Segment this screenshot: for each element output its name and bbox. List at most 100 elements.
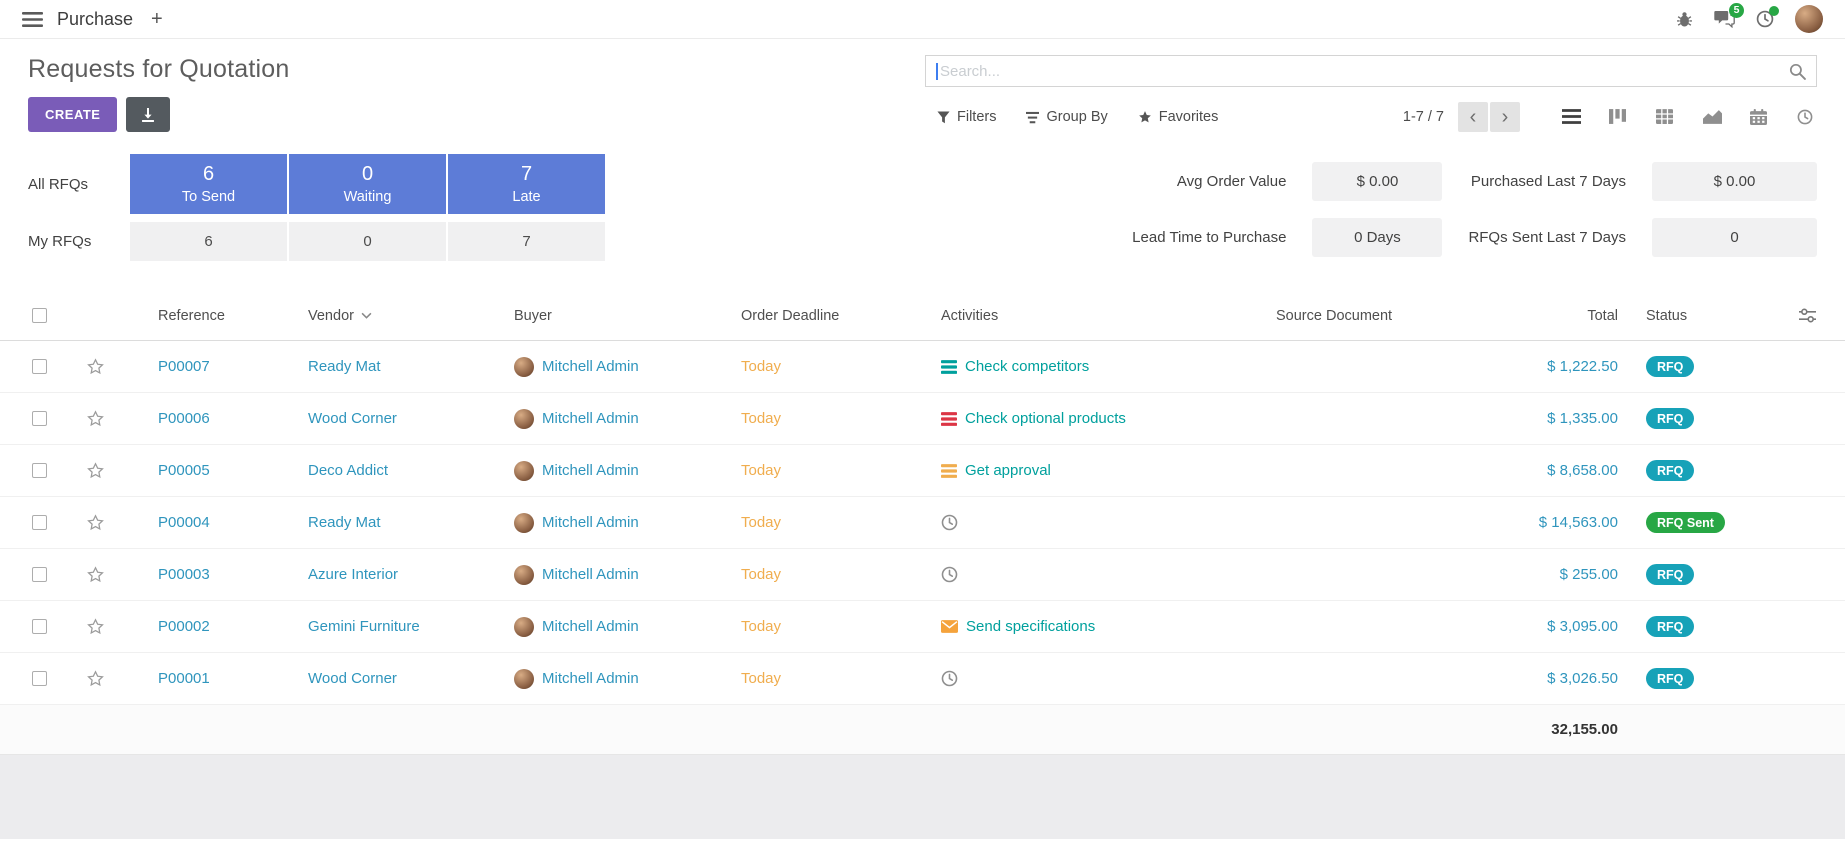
buyer-name: Mitchell Admin — [542, 462, 639, 479]
my-to-send-count[interactable]: 6 — [130, 222, 287, 261]
header-buyer-label: Buyer — [514, 308, 552, 324]
table-row[interactable]: P00006 Wood Corner Mitchell Admin Today … — [0, 393, 1845, 445]
pager-next-button[interactable]: › — [1490, 102, 1520, 132]
order-deadline-cell: Today — [729, 601, 933, 652]
status-badge: RFQ — [1646, 616, 1694, 637]
waiting-count: 0 — [289, 162, 446, 187]
user-avatar[interactable] — [1795, 5, 1823, 33]
graph-view-icon[interactable] — [1703, 109, 1723, 126]
buyer-name: Mitchell Admin — [542, 514, 639, 531]
lead-time-label: Lead Time to Purchase — [1132, 229, 1286, 246]
group-by-button[interactable]: Group By — [1026, 109, 1107, 125]
search-input[interactable] — [938, 63, 1789, 80]
activity-cell[interactable] — [933, 653, 1268, 704]
kanban-view-icon[interactable] — [1609, 109, 1629, 126]
my-late-count[interactable]: 7 — [448, 222, 605, 261]
activity-clock-icon — [941, 566, 958, 583]
my-rfqs-filter[interactable]: My RFQs — [28, 222, 130, 261]
favorite-toggle[interactable] — [70, 341, 120, 392]
activities-icon[interactable] — [1756, 10, 1774, 28]
favorite-toggle[interactable] — [70, 601, 120, 652]
activity-cell[interactable]: Check competitors — [933, 341, 1268, 392]
header-vendor-label: Vendor — [308, 308, 354, 324]
pager-range[interactable]: 1-7 / 7 — [1403, 109, 1444, 125]
table-header: Reference Vendor Buyer Order Deadline Ac… — [0, 291, 1845, 341]
table-row[interactable]: P00002 Gemini Furniture Mitchell Admin T… — [0, 601, 1845, 653]
buyer-avatar — [514, 565, 534, 585]
header-status[interactable]: Status — [1630, 291, 1770, 340]
total-cell: $ 3,095.00 — [1440, 601, 1630, 652]
list-view-icon[interactable] — [1562, 109, 1582, 126]
apps-menu-icon[interactable] — [22, 12, 43, 27]
row-checkbox[interactable] — [32, 359, 47, 374]
activity-cell[interactable]: Send specifications — [933, 601, 1268, 652]
table-row[interactable]: P00005 Deco Addict Mitchell Admin Today … — [0, 445, 1845, 497]
app-name[interactable]: Purchase — [57, 9, 133, 30]
row-checkbox[interactable] — [32, 671, 47, 686]
source-document-cell — [1268, 393, 1440, 444]
header-total[interactable]: Total — [1440, 291, 1630, 340]
rfqs-sent-last-7-days: 0 — [1652, 218, 1817, 257]
calendar-view-icon[interactable] — [1750, 109, 1770, 126]
optional-columns-toggle[interactable] — [1770, 291, 1845, 340]
activity-label: Get approval — [965, 462, 1051, 479]
row-checkbox[interactable] — [32, 515, 47, 530]
activity-label: Check competitors — [965, 358, 1089, 375]
table-row[interactable]: P00007 Ready Mat Mitchell Admin Today Ch… — [0, 341, 1845, 393]
pager-prev-button[interactable]: ‹ — [1458, 102, 1488, 132]
activity-clock-icon — [941, 514, 958, 531]
header-vendor[interactable]: Vendor — [300, 291, 506, 340]
all-rfqs-filter[interactable]: All RFQs — [28, 154, 130, 214]
favorite-toggle[interactable] — [70, 393, 120, 444]
row-checkbox[interactable] — [32, 463, 47, 478]
tasks-icon — [941, 412, 957, 426]
my-waiting-count[interactable]: 0 — [289, 222, 446, 261]
header-source-document[interactable]: Source Document — [1268, 291, 1440, 340]
buyer-avatar — [514, 357, 534, 377]
activity-cell[interactable] — [933, 549, 1268, 600]
activity-cell[interactable] — [933, 497, 1268, 548]
purchased-last-7-days-label: Purchased Last 7 Days — [1468, 173, 1626, 190]
activity-cell[interactable]: Check optional products — [933, 393, 1268, 444]
favorite-toggle[interactable] — [70, 497, 120, 548]
table-row[interactable]: P00003 Azure Interior Mitchell Admin Tod… — [0, 549, 1845, 601]
status-badge: RFQ — [1646, 564, 1694, 585]
to-send-label: To Send — [130, 189, 287, 205]
activity-cell[interactable]: Get approval — [933, 445, 1268, 496]
select-all-checkbox[interactable] — [32, 308, 47, 323]
row-checkbox[interactable] — [32, 411, 47, 426]
pivot-view-icon[interactable] — [1656, 109, 1676, 126]
table-body: P00007 Ready Mat Mitchell Admin Today Ch… — [0, 341, 1845, 705]
to-send-card[interactable]: 6 To Send — [130, 154, 287, 214]
buyer-cell: Mitchell Admin — [506, 393, 729, 444]
header-buyer[interactable]: Buyer — [506, 291, 729, 340]
purchased-last-7-days: $ 0.00 — [1652, 162, 1817, 201]
row-checkbox[interactable] — [32, 619, 47, 634]
header-reference-label: Reference — [158, 308, 225, 324]
late-label: Late — [448, 189, 605, 205]
header-activities[interactable]: Activities — [933, 291, 1268, 340]
star-icon — [86, 617, 105, 636]
favorites-button[interactable]: Favorites — [1138, 109, 1219, 125]
favorite-toggle[interactable] — [70, 549, 120, 600]
favorite-toggle[interactable] — [70, 445, 120, 496]
late-card[interactable]: 7 Late — [448, 154, 605, 214]
waiting-card[interactable]: 0 Waiting — [289, 154, 446, 214]
row-checkbox[interactable] — [32, 567, 47, 582]
activity-view-icon[interactable] — [1797, 109, 1817, 126]
source-document-cell — [1268, 549, 1440, 600]
table-row[interactable]: P00004 Ready Mat Mitchell Admin Today $ … — [0, 497, 1845, 549]
tasks-icon — [941, 360, 957, 374]
filters-button[interactable]: Filters — [937, 109, 996, 125]
export-button[interactable] — [126, 97, 170, 132]
header-reference[interactable]: Reference — [120, 291, 300, 340]
messages-icon[interactable]: 5 — [1714, 10, 1735, 28]
avg-order-value-label: Avg Order Value — [1132, 173, 1286, 190]
table-row[interactable]: P00001 Wood Corner Mitchell Admin Today … — [0, 653, 1845, 705]
add-icon[interactable]: + — [151, 9, 163, 29]
favorite-toggle[interactable] — [70, 653, 120, 704]
star-icon — [86, 513, 105, 532]
header-order-deadline[interactable]: Order Deadline — [729, 291, 933, 340]
debug-bug-icon[interactable] — [1676, 11, 1693, 28]
create-button[interactable]: CREATE — [28, 97, 117, 132]
